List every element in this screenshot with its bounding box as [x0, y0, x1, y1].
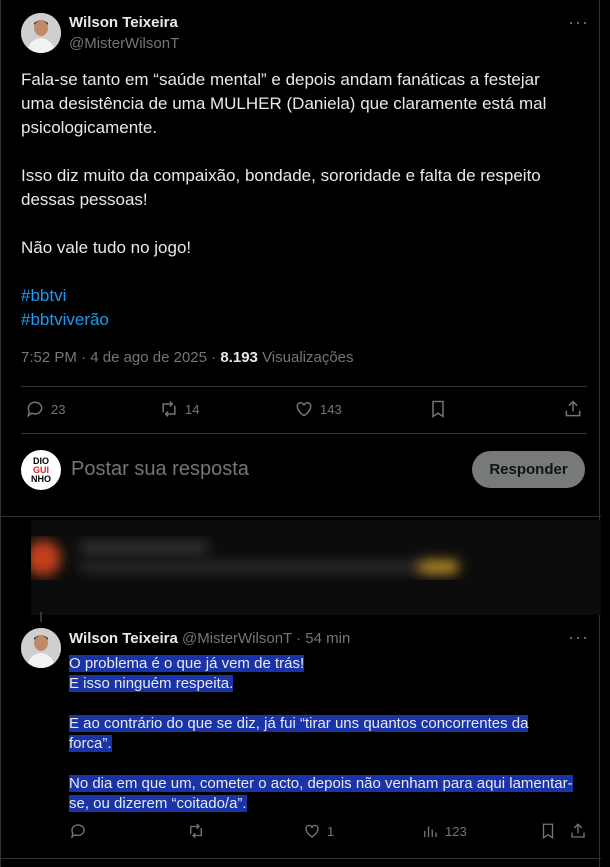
reply-header: Wilson Teixeira @MisterWilsonT · 54 min: [69, 630, 351, 647]
tweet-body: Fala-se tanto em “saúde mental” e depois…: [21, 68, 581, 332]
text-line: psicologicamente.: [21, 118, 158, 137]
text-line: Fala-se tanto em “saúde mental” e depois…: [21, 70, 540, 89]
views-count: 8.193: [220, 349, 258, 366]
text-line: dessas pessoas!: [21, 190, 148, 209]
reply-count: 23: [51, 401, 66, 417]
reply-author-avatar[interactable]: [21, 628, 61, 668]
text-line: No dia em que um, cometer o acto, depois…: [69, 775, 573, 792]
text-line: uma desistência de uma MULHER (Daniela) …: [21, 94, 547, 113]
thread-connector: [40, 612, 42, 622]
retweet-button[interactable]: 14: [159, 399, 199, 419]
heart-icon: [296, 401, 312, 417]
like-button[interactable]: 143: [294, 399, 342, 419]
paragraph-1: Fala-se tanto em “saúde mental” e depois…: [21, 68, 581, 140]
heart-icon: [305, 824, 319, 838]
timeline-column: Wilson Teixeira @MisterWilsonT ··· Fala-…: [0, 0, 601, 867]
divider: [21, 386, 587, 387]
reply-time[interactable]: 54 min: [305, 630, 350, 647]
reply-like-button[interactable]: 1: [303, 822, 334, 840]
text-line: E isso ninguém respeita.: [69, 675, 234, 692]
divider: [1, 858, 601, 859]
avatar-text: NHO: [31, 473, 51, 484]
reply-author-name[interactable]: Wilson Teixeira: [69, 630, 178, 647]
reply-button[interactable]: 23: [25, 399, 65, 419]
author-avatar[interactable]: [21, 13, 61, 53]
avatar-photo: [21, 628, 61, 668]
divider: [21, 433, 587, 434]
reply-more-options-icon[interactable]: ···: [568, 627, 589, 648]
retweet-count: 14: [185, 401, 200, 417]
reply-bookmark-button[interactable]: [539, 822, 557, 840]
hashtag-link[interactable]: #bbtvi: [21, 286, 66, 305]
text-line: forca”.: [69, 735, 112, 752]
reply-share-button[interactable]: [569, 822, 587, 840]
retweet-icon: [190, 823, 202, 839]
share-icon: [565, 400, 581, 417]
bookmark-button[interactable]: [428, 399, 448, 419]
reply-author-handle[interactable]: @MisterWilsonT: [182, 630, 292, 647]
hashtag-link[interactable]: #bbtviverão: [21, 310, 109, 329]
tweet-time[interactable]: 7:52 PM: [21, 349, 77, 366]
blurred-reply: [31, 520, 601, 615]
tweet-meta: 7:52 PM · 4 de ago de 2025 · 8.193 Visua…: [21, 349, 354, 366]
text-line: Não vale tudo no jogo!: [21, 238, 192, 257]
reply-retweet-button[interactable]: [187, 822, 205, 840]
avatar-photo: [21, 13, 61, 53]
reply-input[interactable]: Postar sua resposta: [71, 458, 249, 481]
paragraph-2: Isso diz muito da compaixão, bondade, so…: [21, 164, 581, 212]
text-line: O problema é o que já vem de trás!: [69, 655, 305, 672]
author-handle[interactable]: @MisterWilsonT: [69, 35, 179, 52]
reply-body: O problema é o que já vem de trás! E iss…: [69, 654, 589, 814]
current-user-avatar[interactable]: DIO GUI NHO: [21, 450, 61, 490]
more-options-icon[interactable]: ···: [568, 12, 589, 33]
bookmark-icon: [542, 823, 554, 840]
bookmark-icon: [432, 400, 444, 418]
blurred-content-graphic: [31, 520, 601, 615]
reply-views-button[interactable]: 123: [421, 822, 467, 840]
reply-icon: [70, 824, 85, 839]
reply-icon: [27, 401, 43, 418]
author-name[interactable]: Wilson Teixeira: [69, 14, 178, 31]
retweet-icon: [162, 400, 176, 418]
tweet-date[interactable]: 4 de ago de 2025: [90, 349, 207, 366]
paragraph-3: Não vale tudo no jogo!: [21, 236, 581, 260]
share-icon: [571, 823, 585, 838]
like-count: 143: [320, 401, 342, 417]
text-line: Isso diz muito da compaixão, bondade, so…: [21, 166, 541, 185]
reply-submit-button[interactable]: Responder: [472, 451, 585, 488]
reply-reply-button[interactable]: [69, 822, 87, 840]
divider: [1, 516, 601, 517]
analytics-icon: [424, 826, 437, 837]
text-line: E ao contrário do que se diz, já fui “ti…: [69, 715, 529, 732]
reply-like-count: 1: [327, 823, 335, 839]
share-button[interactable]: [563, 399, 583, 419]
reply-views-count: 123: [445, 823, 467, 839]
text-line: se, ou dizerem “coitado/a”.: [69, 795, 247, 812]
views-label: Visualizações: [262, 349, 354, 366]
